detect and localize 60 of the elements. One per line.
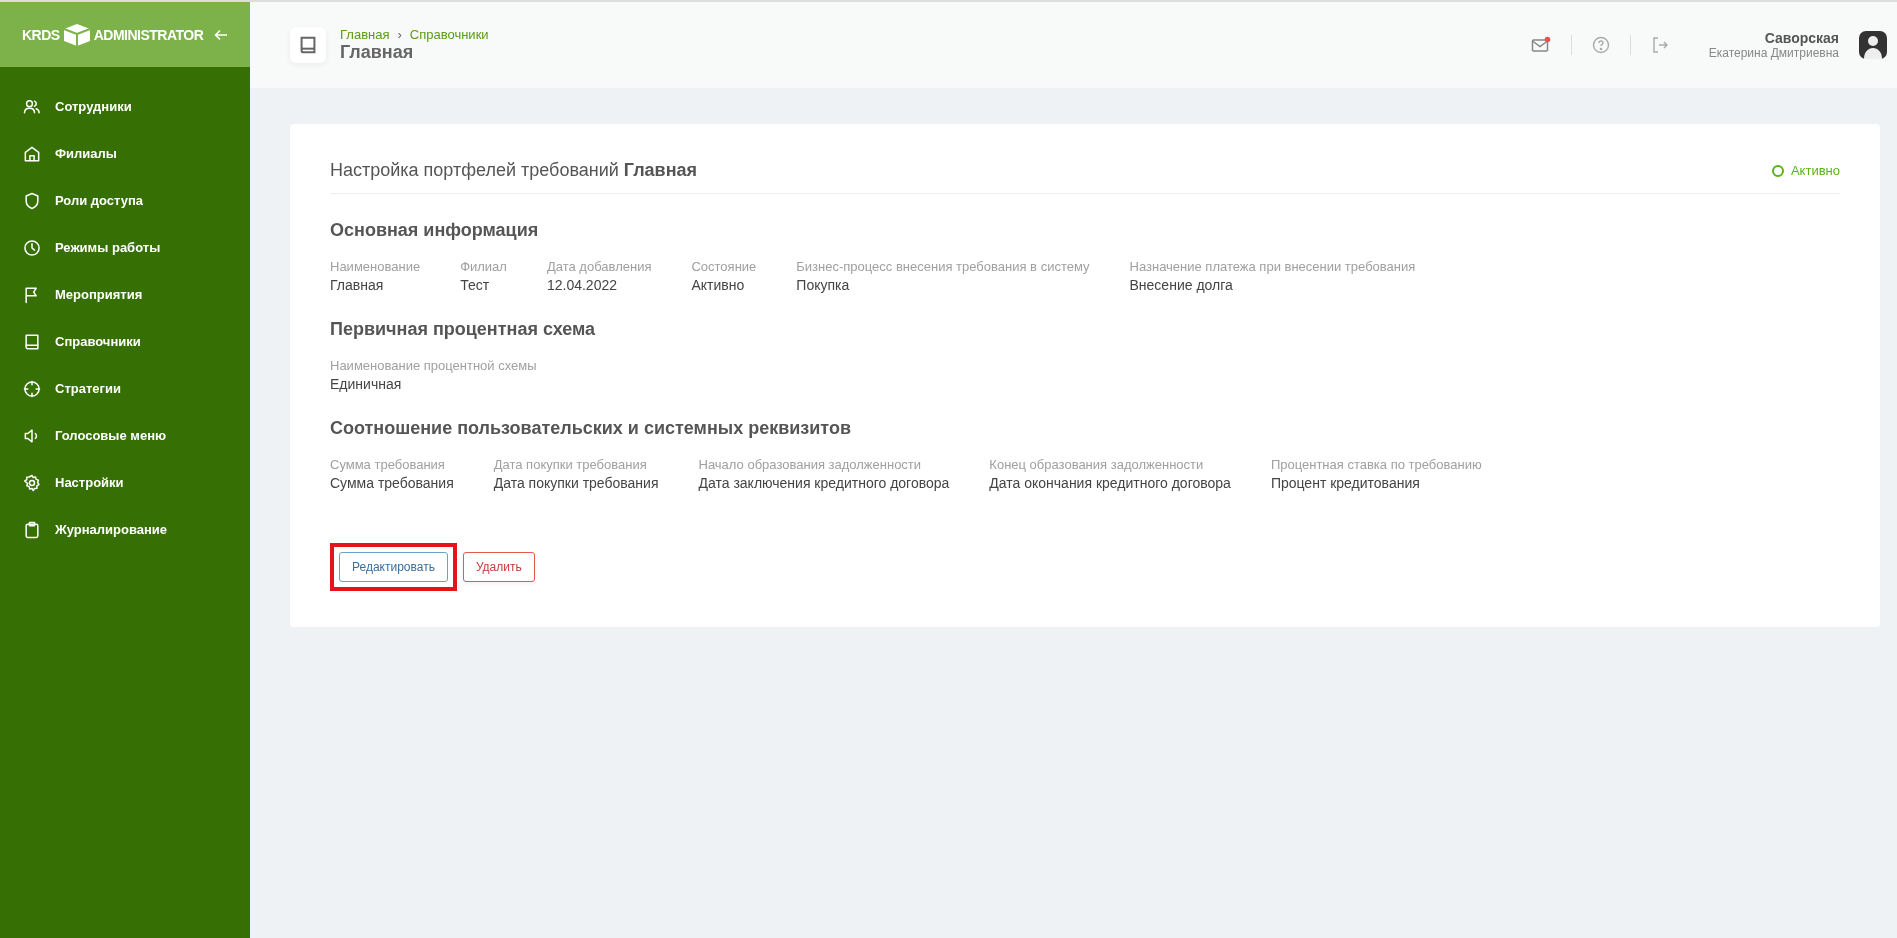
section-heading: Соотношение пользовательских и системных реквизитов [330,418,852,439]
field-value: Сумма требования [330,475,454,491]
field-value: Внесение долга [1129,277,1234,293]
sidebar-item[interactable]: Сотрудники [0,83,250,130]
field-value: Дата заключения кредитного договора [698,475,950,491]
field-label: Дата добавления [546,259,652,274]
logo-text: KRDS [22,26,60,43]
field-label: Начало образования задолженности [698,457,923,472]
field-label: Наименование процентной схемы [330,358,537,373]
clipboard-icon [22,519,42,540]
logo-text: ADMINISTRATOR [93,26,204,43]
field-label: Конец образования задолженности [989,457,1205,472]
breadcrumb-link[interactable]: Справочники [409,27,489,42]
field-value: Единичная [330,376,403,392]
sidebar-item[interactable]: Филиалы [0,130,250,177]
sidebar-item[interactable]: Голосовые меню [0,412,250,459]
section-heading: Первичная процентная схема [330,319,597,340]
edit-button[interactable]: Редактировать [339,552,448,582]
field-label: Наименование [330,259,421,274]
field-value: Активно [691,277,746,293]
field-label: Процентная ставка по требованию [1270,457,1482,472]
delete-button[interactable]: Удалить [462,552,535,582]
shield-icon [22,190,42,211]
breadcrumb-separator: › [397,27,402,42]
user-first-names: Екатерина Дмитриевна [1708,46,1839,60]
mail-icon[interactable] [1530,36,1551,54]
sidebar-item[interactable]: Роли доступа [0,177,250,224]
sidebar-item[interactable]: Мероприятия [0,271,250,318]
clock-icon [22,237,42,258]
field-value: Дата окончания кредитного договора [989,475,1231,491]
sidebar-item[interactable]: Настройки [0,459,250,506]
field-label: Дата покупки требования [493,457,648,472]
section-heading: Основная информация [330,220,540,241]
field-label: Филиал [460,259,507,274]
help-icon[interactable] [1591,36,1610,54]
field-label: Сумма требования [330,457,446,472]
cube-logo-icon [61,22,92,47]
avatar[interactable] [1859,31,1887,59]
field-value: Тест [460,277,491,293]
logout-icon[interactable] [1650,36,1669,54]
page-title: Главная [340,42,415,63]
sidebar-item[interactable]: Стратегии [0,365,250,412]
field-value: Покупка [796,277,851,293]
field-label: Состояние [691,259,757,274]
status-label: Активно [1790,163,1840,178]
sidebar-item[interactable]: Режимы работы [0,224,250,271]
field-label: Бизнес-процесс внесения требования в систему [796,259,1090,274]
user-last-name: Саворская [1764,30,1839,46]
collapse-arrow-icon[interactable] [214,27,228,42]
gear-icon [22,472,42,493]
sidebar-item[interactable]: Справочники [0,318,250,365]
field-value: 12.04.2022 [546,277,618,293]
field-label: Назначение платежа при внесении требования [1129,259,1416,274]
field-value: Дата покупки требования [493,475,659,491]
target-icon [22,378,42,399]
card-title: Настройка портфелей требований Главная [330,160,698,181]
breadcrumb-link[interactable]: Главная [340,27,390,42]
field-value: Главная [330,277,385,293]
field-value: Процент кредитования [1270,475,1421,491]
sidebar-item[interactable]: Журналирование [0,506,250,553]
